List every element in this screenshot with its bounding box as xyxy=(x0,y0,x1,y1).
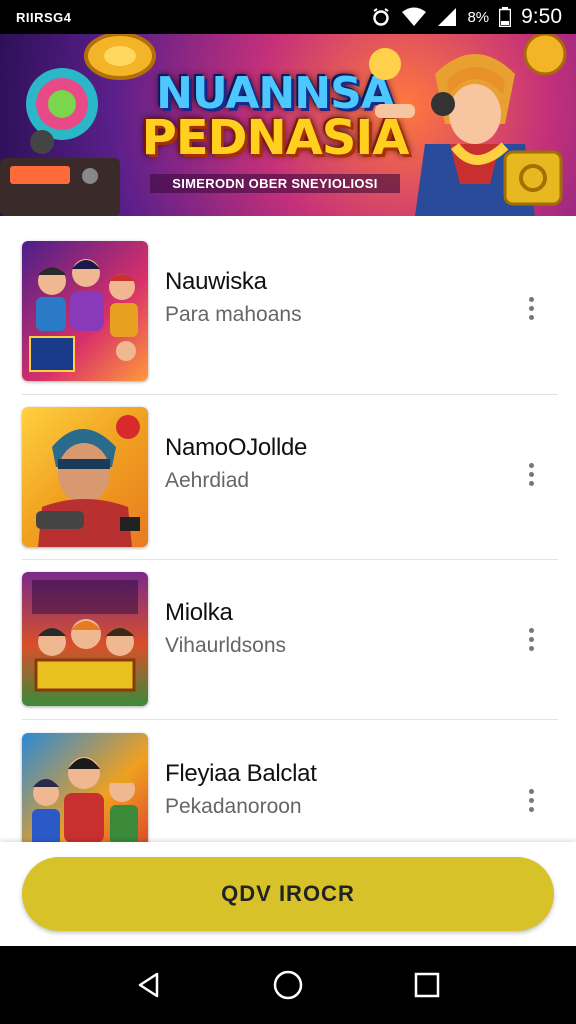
more-vert-icon[interactable] xyxy=(516,619,546,659)
warrior-icon xyxy=(36,415,140,547)
game-title: NamoOJollde xyxy=(165,434,308,461)
game-thumbnail[interactable] xyxy=(22,572,148,706)
list-item[interactable]: NamoOJollde Aehrdiad xyxy=(0,382,576,560)
bottom-action-bar: QDV IROCR xyxy=(0,842,576,946)
more-vert-icon[interactable] xyxy=(516,780,546,820)
hero-banner[interactable]: NUANNSA PEDNASIA SIMERODN OBER SNEYIOLIO… xyxy=(0,34,576,216)
game-list[interactable]: Nauwiska Para mahoans NamoOJollde Aehrdi… xyxy=(0,216,576,842)
alarm-icon xyxy=(371,7,391,27)
back-icon[interactable] xyxy=(129,965,169,1005)
primary-action-button[interactable]: QDV IROCR xyxy=(22,857,554,931)
game-thumbnail[interactable] xyxy=(22,733,148,842)
game-title: Nauwiska xyxy=(165,268,267,295)
heroes-icon xyxy=(32,580,138,692)
game-title: Miolka xyxy=(165,599,233,626)
battery-icon xyxy=(499,7,512,27)
home-icon[interactable] xyxy=(268,965,308,1005)
clock: 9:50 xyxy=(521,5,562,28)
list-item[interactable]: Miolka Vihaurldsons xyxy=(0,547,576,720)
banner-character-icon xyxy=(369,34,567,216)
status-icons: 8% 9:50 xyxy=(371,5,562,29)
battery-percent: 8% xyxy=(467,8,490,26)
game-subtitle: Vihaurldsons xyxy=(165,634,287,657)
status-bar: RIIRSG4 8% 9:50 xyxy=(0,0,576,34)
list-item[interactable]: Fleyiaa Balclat Pekadanoroon xyxy=(0,708,576,842)
wifi-icon xyxy=(401,7,427,27)
game-thumbnail[interactable] xyxy=(22,407,148,547)
more-vert-icon[interactable] xyxy=(516,288,546,328)
game-title: Fleyiaa Balclat xyxy=(165,760,317,787)
game-subtitle: Aehrdiad xyxy=(165,469,250,492)
more-vert-icon[interactable] xyxy=(516,454,546,494)
game-thumbnail[interactable] xyxy=(22,241,148,381)
list-item[interactable]: Nauwiska Para mahoans xyxy=(0,216,576,395)
signal-icon xyxy=(437,7,457,27)
game-subtitle: Pekadanoroon xyxy=(165,795,302,818)
recents-icon[interactable] xyxy=(407,965,447,1005)
status-left-text: RIIRSG4 xyxy=(16,9,72,25)
game-subtitle: Para mahoans xyxy=(165,303,302,326)
system-nav-bar xyxy=(0,946,576,1024)
team-icon xyxy=(32,757,138,842)
characters-icon xyxy=(29,259,138,372)
